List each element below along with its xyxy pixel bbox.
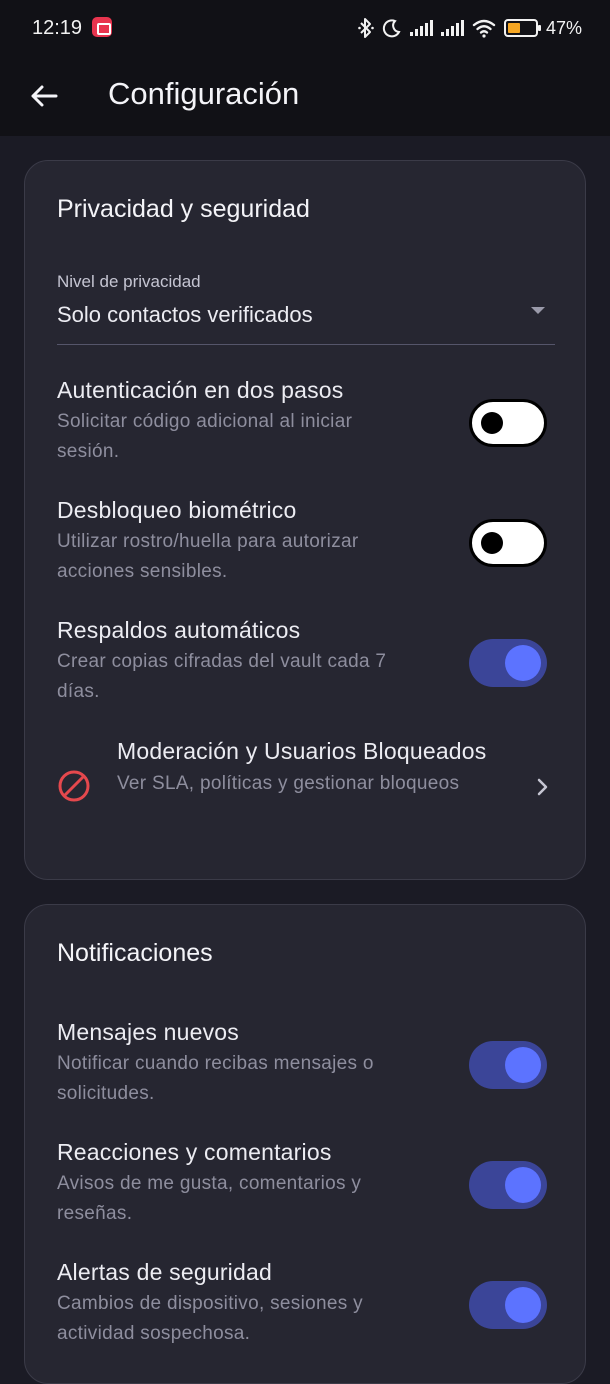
setting-description: Solicitar código adicional al iniciar se… <box>57 411 353 462</box>
app-bar: Configuración <box>0 58 610 136</box>
bluetooth-icon <box>358 18 374 38</box>
status-bar: 12:19 47% <box>0 0 610 58</box>
setting-description: Notificar cuando recibas mensajes o soli… <box>57 1053 374 1104</box>
setting-title: Reacciones y comentarios <box>57 1139 332 1165</box>
moon-icon <box>382 19 401 38</box>
setting-description: Crear copias cifradas del vault cada 7 d… <box>57 651 387 702</box>
auto-backup-toggle[interactable] <box>469 639 547 687</box>
privacy-level-select[interactable]: Nivel de privacidad Solo contactos verif… <box>57 269 555 345</box>
status-time: 12:19 <box>32 17 83 39</box>
caret-down-icon <box>531 307 545 314</box>
battery-percentage: 47% <box>545 17 582 38</box>
block-icon <box>58 770 90 802</box>
reactions-comments-toggle[interactable] <box>469 1161 547 1209</box>
shopping-bag-icon <box>92 17 112 37</box>
signal-icon <box>409 20 433 36</box>
biometric-toggle[interactable] <box>469 519 547 567</box>
arrow-left-icon <box>31 85 58 107</box>
new-messages-toggle[interactable] <box>469 1041 547 1089</box>
wifi-icon <box>472 19 496 38</box>
back-button[interactable] <box>24 76 64 116</box>
setting-description: Cambios de dispositivo, sesiones y activ… <box>57 1293 363 1344</box>
privacy-section-title: Privacidad y seguridad <box>57 195 310 223</box>
setting-description: Avisos de me gusta, comentarios y reseña… <box>57 1173 362 1224</box>
setting-title: Alertas de seguridad <box>57 1259 272 1285</box>
signal-icon <box>440 20 464 36</box>
status-icons: 47% <box>358 16 582 40</box>
setting-title: Desbloqueo biométrico <box>57 497 297 523</box>
notifications-section-title: Notificaciones <box>57 939 213 967</box>
security-alerts-toggle[interactable] <box>469 1281 547 1329</box>
privacy-level-label: Nivel de privacidad <box>57 272 201 291</box>
page-title: Configuración <box>108 76 300 111</box>
notifications-card: Notificaciones Mensajes nuevos Notificar… <box>24 904 586 1384</box>
setting-title: Mensajes nuevos <box>57 1019 239 1045</box>
privacy-level-value: Solo contactos verificados <box>57 302 313 327</box>
setting-description: Utilizar rostro/huella para autorizar ac… <box>57 531 359 582</box>
battery-icon <box>503 19 541 37</box>
moderation-blocked-users-item[interactable]: Moderación y Usuarios Bloqueados Ver SLA… <box>49 733 563 843</box>
setting-title: Autenticación en dos pasos <box>57 377 344 403</box>
two-factor-toggle[interactable] <box>469 399 547 447</box>
moderation-description: Ver SLA, políticas y gestionar bloqueos <box>117 773 460 794</box>
setting-title: Respaldos automáticos <box>57 617 301 643</box>
moderation-title: Moderación y Usuarios Bloqueados <box>117 738 487 764</box>
chevron-right-icon <box>537 778 548 796</box>
privacy-security-card: Privacidad y seguridad Nivel de privacid… <box>24 160 586 880</box>
